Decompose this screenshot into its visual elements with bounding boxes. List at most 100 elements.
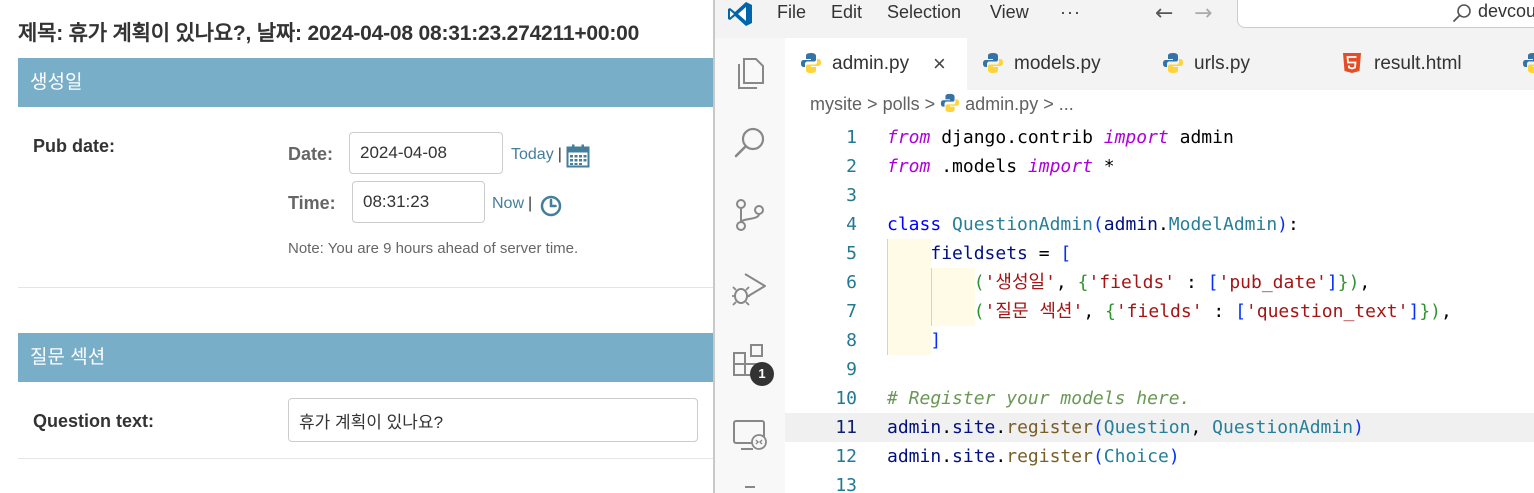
code-line[interactable]: 12 admin.site.register(Choice) [785, 442, 1534, 471]
menu-more[interactable]: ··· [1060, 2, 1081, 23]
python-file-icon [1523, 53, 1534, 73]
separator: | [528, 195, 533, 212]
explorer-icon[interactable] [731, 54, 769, 92]
line-number: 3 [846, 185, 857, 206]
code-text: ('질문 섹션', {'fields' : ['question_text']}… [973, 301, 1452, 322]
tab-label: result.html [1374, 53, 1462, 74]
tab-admin-py[interactable]: admin.py × [785, 38, 967, 90]
time-input[interactable] [352, 181, 485, 223]
calendar-icon[interactable] [566, 144, 590, 168]
tab-models-py[interactable]: models.py [967, 38, 1147, 90]
search-icon[interactable] [731, 124, 769, 162]
date-shortcuts: Today | [511, 146, 562, 164]
django-admin-pane: 제목: 휴가 계획이 있나요?, 날짜: 2024-04-08 08:31:23… [0, 0, 716, 493]
code-line[interactable]: 5 fieldsets = [ [785, 239, 1534, 268]
run-debug-icon[interactable] [731, 268, 769, 306]
search-text: devcou [1478, 1, 1534, 21]
time-label: Time: [288, 193, 336, 213]
code-text: class QuestionAdmin(admin.ModelAdmin): [887, 214, 1299, 235]
code-text: admin.site.register(Choice) [887, 446, 1180, 467]
code-line[interactable]: 7 ('질문 섹션', {'fields' : ['question_text'… [785, 297, 1534, 326]
question-text-input[interactable] [288, 398, 698, 442]
source-control-icon[interactable] [731, 196, 769, 234]
code-line[interactable]: 3 [785, 181, 1534, 210]
now-link[interactable]: Now [492, 195, 524, 212]
row-divider [18, 287, 716, 288]
accounts-icon[interactable] [745, 486, 755, 493]
code-text: ('생성일', {'fields' : ['pub_date']}), [973, 272, 1371, 293]
breadcrumb-item[interactable]: admin.py [965, 94, 1038, 114]
breadcrumb-separator: > [924, 94, 936, 114]
code-line[interactable]: 11 admin.site.register(Question, Question… [785, 413, 1534, 442]
code-line[interactable]: 9 [785, 355, 1534, 384]
line-number: 13 [835, 475, 857, 493]
code-line[interactable]: 6 ('생성일', {'fields' : ['pub_date']}), [785, 268, 1534, 297]
tab-urls-py[interactable]: urls.py [1147, 38, 1317, 90]
line-number: 12 [835, 446, 857, 467]
code-line[interactable]: 4 class QuestionAdmin(admin.ModelAdmin): [785, 210, 1534, 239]
today-link[interactable]: Today [511, 146, 554, 163]
fieldset-header-pub-date: 생성일 [18, 58, 716, 107]
line-number: 10 [835, 388, 857, 409]
line-number: 8 [846, 330, 857, 351]
line-number: 11 [835, 417, 857, 438]
extensions-badge: 1 [750, 362, 774, 386]
code-text: # Register your models here. [887, 388, 1191, 409]
tab-bar: admin.py × models.py urls.py result.html [785, 38, 1534, 90]
python-file-icon [801, 53, 821, 73]
code-text: ] [930, 330, 942, 351]
tab-label: models.py [1014, 53, 1101, 74]
menu-selection[interactable]: Selection [887, 2, 961, 23]
code-line[interactable]: 2 from .models import * [785, 152, 1534, 181]
line-number: 5 [846, 243, 857, 264]
breadcrumb-separator: > [867, 94, 878, 114]
vscode-logo-icon [728, 2, 752, 26]
breadcrumb: mysite > polls > admin.py > ... [810, 93, 1074, 115]
fieldset-header-question: 질문 섹션 [18, 333, 716, 382]
code-text: admin.site.register(Question, QuestionAd… [887, 417, 1364, 438]
python-file-icon [941, 93, 960, 113]
title-bar: File Edit Selection View ··· ← → devcou [715, 0, 1534, 38]
pub-date-label: Pub date: [33, 136, 116, 156]
arrow-left-icon[interactable]: ← [1155, 1, 1173, 26]
activity-bar: 1 [715, 38, 785, 493]
command-center-search[interactable]: devcou [1237, 0, 1534, 28]
breadcrumb-item[interactable]: ... [1059, 94, 1074, 114]
row-divider [18, 458, 716, 459]
line-number: 1 [846, 127, 857, 148]
line-number: 9 [846, 359, 857, 380]
python-file-icon [1163, 53, 1183, 73]
question-text-label: Question text: [33, 411, 155, 431]
line-number: 6 [846, 272, 857, 293]
line-number: 4 [846, 214, 857, 235]
code-line[interactable]: 8 ] [785, 326, 1534, 355]
menu-view[interactable]: View [990, 2, 1029, 23]
menu-edit[interactable]: Edit [831, 2, 862, 23]
page-title: 제목: 휴가 계획이 있나요?, 날짜: 2024-04-08 08:31:23… [18, 22, 640, 45]
code-text: from .models import * [887, 156, 1115, 177]
remote-explorer-icon[interactable] [731, 416, 769, 454]
breadcrumb-item[interactable]: mysite [810, 94, 862, 114]
clock-icon[interactable] [540, 195, 562, 217]
date-input[interactable] [349, 132, 503, 174]
separator: | [557, 146, 562, 163]
breadcrumb-item[interactable]: polls [883, 94, 920, 114]
code-text: fieldsets = [ [930, 243, 1072, 264]
search-icon [1453, 4, 1471, 22]
time-note: Note: You are 9 hours ahead of server ti… [288, 240, 579, 257]
date-label: Date: [288, 144, 334, 164]
code-text: from django.contrib import admin [887, 127, 1234, 148]
menu-file[interactable]: File [777, 2, 806, 23]
code-line[interactable]: 10 # Register your models here. [785, 384, 1534, 413]
tab-result-html[interactable]: result.html [1317, 38, 1497, 90]
arrow-right-icon[interactable]: → [1194, 1, 1212, 26]
time-shortcuts: Now | [492, 195, 532, 213]
breadcrumb-separator: > [1043, 94, 1054, 114]
tab-label: admin.py [832, 53, 910, 74]
code-editor[interactable]: 1 from django.contrib import admin 2 from .… [785, 123, 1534, 493]
html-file-icon [1343, 53, 1361, 73]
code-line[interactable]: 1 from django.contrib import admin [785, 123, 1534, 152]
python-file-icon [983, 53, 1003, 73]
tab-close-icon[interactable]: × [933, 38, 946, 90]
code-line[interactable]: 13 [785, 471, 1534, 493]
